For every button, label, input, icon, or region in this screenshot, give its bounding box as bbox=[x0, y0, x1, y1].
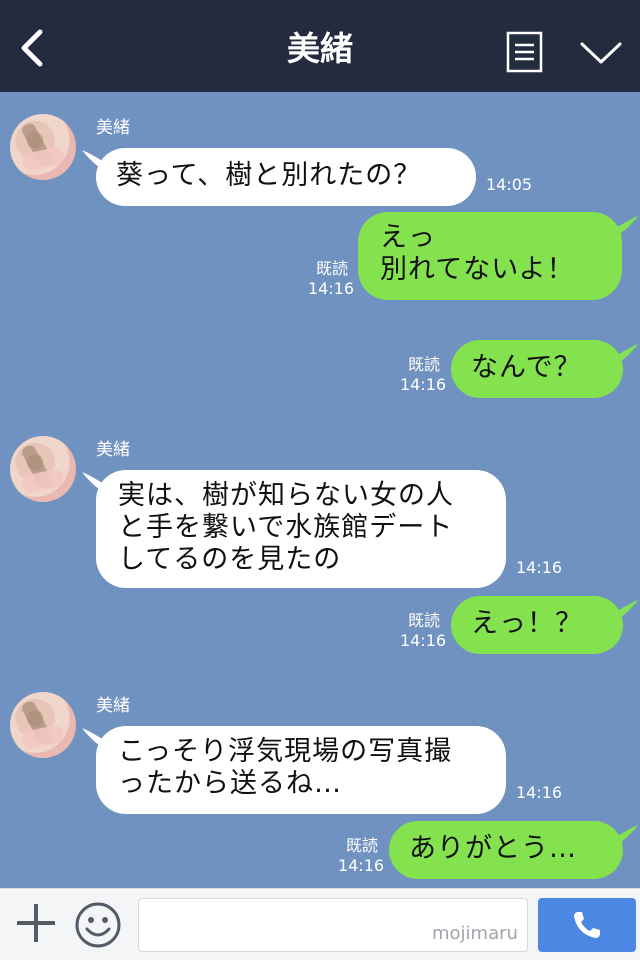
avatar[interactable] bbox=[10, 114, 76, 180]
read-receipt: 既読 bbox=[345, 836, 378, 855]
message-time: 14:16 bbox=[400, 375, 447, 394]
phone-icon bbox=[574, 912, 600, 938]
message-bubble[interactable]: 葵って、樹と別れたの？ bbox=[96, 148, 476, 206]
message-bubble[interactable]: 実は、樹が知らない女の人 と手を繋いで水族館デート してるのを見たの bbox=[96, 470, 506, 588]
avatar[interactable] bbox=[10, 436, 76, 502]
watermark-text: mojimaru bbox=[432, 923, 518, 944]
chevron-down-icon[interactable] bbox=[578, 36, 624, 70]
plus-icon[interactable] bbox=[14, 901, 58, 945]
bubble-tail bbox=[612, 344, 638, 366]
message-bubble[interactable]: ありがとう… bbox=[389, 821, 623, 879]
message-bubble[interactable]: えっ！？ bbox=[451, 596, 623, 654]
message-time: 14:16 bbox=[338, 856, 385, 875]
message-bubble[interactable]: えっ 別れてないよ！ bbox=[358, 212, 622, 300]
sender-name: 美緒 bbox=[96, 696, 130, 716]
read-receipt: 既読 bbox=[315, 259, 348, 278]
memo-list-icon[interactable] bbox=[506, 31, 543, 73]
smiley-icon[interactable] bbox=[74, 901, 122, 949]
call-button[interactable] bbox=[538, 898, 636, 952]
avatar[interactable] bbox=[10, 692, 76, 758]
message-time: 14:16 bbox=[308, 279, 355, 298]
message-time: 14:16 bbox=[516, 783, 563, 802]
message-input-bar: mojimaru bbox=[0, 888, 640, 960]
chat-header: 美緒 bbox=[0, 0, 640, 92]
read-receipt: 既読 bbox=[407, 611, 440, 630]
message-bubble[interactable]: なんで？ bbox=[451, 340, 623, 398]
bubble-tail bbox=[612, 825, 638, 847]
message-time: 14:16 bbox=[400, 631, 447, 650]
message-time: 14:16 bbox=[516, 558, 563, 577]
bubble-tail bbox=[612, 600, 638, 622]
bubble-tail bbox=[612, 216, 638, 238]
chat-title: 美緒 bbox=[287, 29, 353, 68]
message-time: 14:05 bbox=[486, 175, 533, 194]
chat-area[interactable]: 美緒 葵って、樹と別れたの？ 14:05 既読 14:16 えっ 別れてないよ！… bbox=[0, 92, 640, 888]
sender-name: 美緒 bbox=[96, 440, 130, 460]
message-bubble[interactable]: こっそり浮気現場の写真撮 ったから送るね… bbox=[96, 726, 506, 814]
sender-name: 美緒 bbox=[96, 118, 130, 138]
read-receipt: 既読 bbox=[407, 355, 440, 374]
